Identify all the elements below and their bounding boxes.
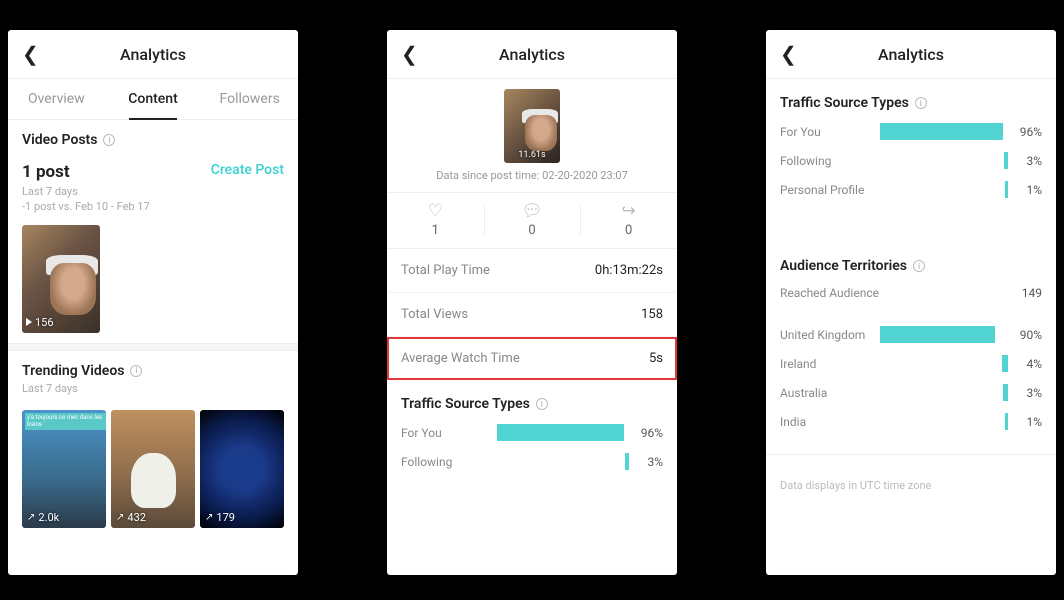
comments-stat[interactable]: 💬︎ 0: [484, 193, 581, 248]
heart-icon: ♡: [387, 203, 484, 220]
header: ❮ Analytics: [387, 30, 677, 79]
tab-overview[interactable]: Overview: [8, 79, 105, 119]
territories-title: Audience Territories: [780, 258, 907, 274]
comment-icon: 💬︎: [484, 203, 581, 220]
share-icon: ↗: [27, 512, 35, 523]
page-title: Analytics: [8, 45, 298, 64]
trending-section: Trending Videos i Last 7 days: [8, 351, 298, 402]
traffic-bar-foryou: For You 96%: [766, 117, 1056, 146]
share-icon: ↗: [205, 512, 213, 523]
since-text: Data since post time: 02-20-2020 23:07: [387, 169, 677, 192]
back-icon[interactable]: ❮: [780, 42, 797, 66]
tabs: Overview Content Followers: [8, 79, 298, 120]
create-post-button[interactable]: Create Post: [211, 162, 284, 178]
shares-stat[interactable]: ↪ 0: [580, 193, 677, 248]
last-7-days-label: Last 7 days: [8, 184, 298, 199]
info-icon[interactable]: i: [103, 134, 115, 146]
country-bar-india: India 1%: [766, 407, 1056, 436]
tab-followers[interactable]: Followers: [201, 79, 298, 119]
info-icon[interactable]: i: [913, 260, 925, 272]
traffic-bar-following: Following 3%: [766, 146, 1056, 175]
video-thumbnail[interactable]: 156: [22, 225, 100, 333]
country-bar-ireland: Ireland 4%: [766, 349, 1056, 378]
country-bar-uk: United Kingdom 90%: [766, 320, 1056, 349]
trending-video-3[interactable]: ↗179: [200, 410, 284, 528]
play-count: 156: [26, 316, 54, 329]
footnote: Data displays in UTC time zone: [766, 463, 1056, 508]
info-icon[interactable]: i: [915, 97, 927, 109]
analytics-screen-content: ❮ Analytics Overview Content Followers V…: [8, 30, 298, 575]
page-title: Analytics: [387, 45, 677, 64]
likes-stat[interactable]: ♡ 1: [387, 193, 484, 248]
traffic-bar-foryou: For You 96%: [387, 418, 677, 447]
share-icon: ↪: [580, 203, 677, 220]
traffic-bar-personal: Personal Profile 1%: [766, 175, 1056, 204]
page-title: Analytics: [766, 45, 1056, 64]
info-icon[interactable]: i: [536, 398, 548, 410]
header: ❮ Analytics: [766, 30, 1056, 79]
trending-video-1[interactable]: y'a toujours ce mec dans les trains ↗2.0…: [22, 410, 106, 528]
share-icon: ↗: [116, 512, 124, 523]
traffic-title: Traffic Source Types: [780, 95, 909, 111]
header: ❮ Analytics: [8, 30, 298, 79]
trending-video-2[interactable]: ↗432: [111, 410, 195, 528]
analytics-screen-traffic-territories: ❮ Analytics Traffic Source Types i For Y…: [766, 30, 1056, 575]
tab-content[interactable]: Content: [105, 79, 202, 119]
reached-audience-row: Reached Audience 149: [766, 280, 1056, 306]
video-posts-title: Video Posts: [22, 132, 97, 148]
play-icon: [26, 318, 32, 326]
engagement-stats: ♡ 1 💬︎ 0 ↪ 0: [387, 192, 677, 249]
trending-title: Trending Videos: [22, 363, 124, 379]
avg-watch-time-row: Average Watch Time 5s: [387, 337, 677, 380]
country-bar-australia: Australia 3%: [766, 378, 1056, 407]
back-icon[interactable]: ❮: [401, 42, 418, 66]
info-icon[interactable]: i: [130, 365, 142, 377]
total-views-row: Total Views 158: [387, 293, 677, 337]
back-icon[interactable]: ❮: [22, 42, 39, 66]
badge: y'a toujours ce mec dans les trains: [25, 413, 106, 429]
compare-label: -1 post vs. Feb 10 - Feb 17: [8, 199, 298, 214]
post-count: 1 post: [22, 162, 70, 182]
post-thumbnail[interactable]: 11.61s: [504, 89, 560, 163]
traffic-title: Traffic Source Types: [401, 396, 530, 412]
analytics-screen-post-detail: ❮ Analytics 11.61s Data since post time:…: [387, 30, 677, 575]
total-play-time-row: Total Play Time 0h:13m:22s: [387, 249, 677, 293]
video-posts-section: Video Posts i: [8, 120, 298, 154]
traffic-bar-following: Following 3%: [387, 447, 677, 476]
duration-label: 11.61s: [504, 150, 560, 160]
trending-sub: Last 7 days: [22, 379, 284, 396]
